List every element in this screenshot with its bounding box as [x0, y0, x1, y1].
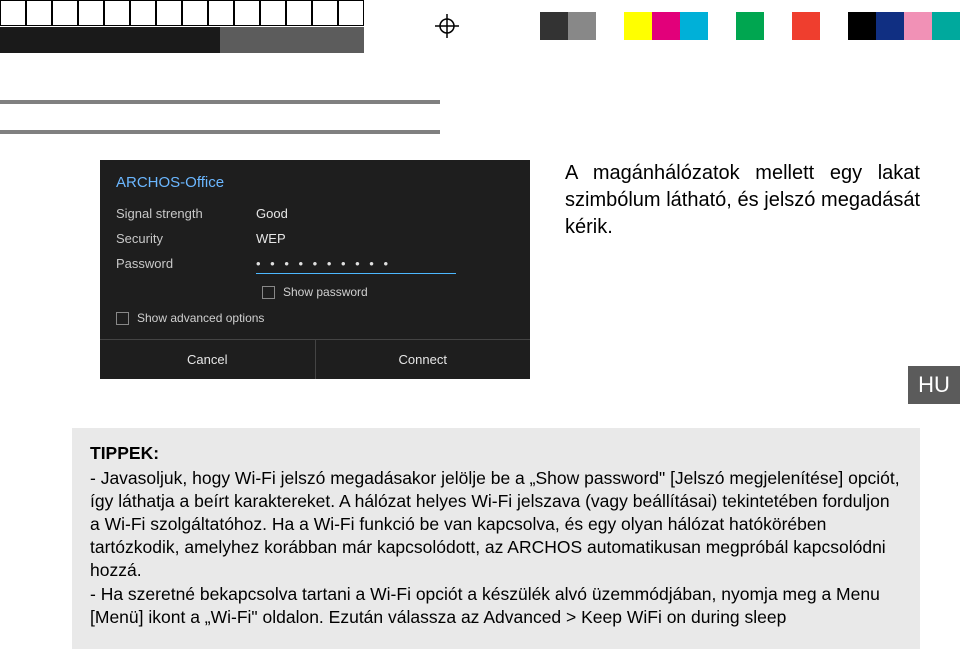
reg-box	[130, 0, 156, 26]
signal-label: Signal strength	[116, 206, 256, 221]
color-swatch	[736, 12, 764, 40]
registration-boxes	[0, 0, 364, 26]
color-swatch	[904, 12, 932, 40]
password-input[interactable]: • • • • • • • • • •	[256, 256, 456, 274]
reg-box	[78, 0, 104, 26]
color-swatch	[540, 12, 568, 40]
show-advanced-label: Show advanced options	[137, 311, 264, 325]
reg-box	[104, 0, 130, 26]
horizontal-rule	[0, 130, 440, 134]
password-label: Password	[116, 256, 256, 274]
tips-heading: TIPPEK:	[90, 442, 902, 465]
show-password-row[interactable]: Show password	[112, 279, 518, 305]
color-swatch	[792, 12, 820, 40]
color-swatch-bar	[540, 12, 960, 40]
color-swatch	[624, 12, 652, 40]
reg-box	[286, 0, 312, 26]
color-swatch	[680, 12, 708, 40]
color-swatch	[652, 12, 680, 40]
show-advanced-row[interactable]: Show advanced options	[112, 305, 518, 331]
reg-box	[156, 0, 182, 26]
checkbox-icon[interactable]	[262, 286, 275, 299]
reg-box	[52, 0, 78, 26]
reg-box	[234, 0, 260, 26]
color-swatch	[876, 12, 904, 40]
color-swatch	[932, 12, 960, 40]
color-swatch	[708, 12, 736, 40]
reg-solid-bar	[0, 27, 220, 53]
tips-box: TIPPEK: - Javasoljuk, hogy Wi-Fi jelszó …	[72, 428, 920, 649]
signal-value: Good	[256, 206, 288, 221]
wifi-network-name: ARCHOS-Office	[112, 170, 518, 201]
main-content: ARCHOS-Office Signal strength Good Secur…	[100, 160, 930, 379]
connect-button[interactable]: Connect	[316, 340, 531, 379]
color-swatch	[596, 12, 624, 40]
security-label: Security	[116, 231, 256, 246]
reg-box	[312, 0, 338, 26]
wifi-dialog: ARCHOS-Office Signal strength Good Secur…	[100, 160, 530, 379]
reg-solid-bar	[220, 27, 364, 53]
caption-text: A magánhálózatok mellett egy lakat szimb…	[565, 160, 920, 241]
tip-item: - Javasoljuk, hogy Wi-Fi jelszó megadása…	[90, 467, 902, 582]
reg-box	[182, 0, 208, 26]
crosshair-icon	[435, 14, 459, 38]
tip-item: - Ha szeretné bekapcsolva tartani a Wi-F…	[90, 583, 902, 629]
color-swatch	[820, 12, 848, 40]
reg-box	[260, 0, 286, 26]
password-row: Password • • • • • • • • • •	[112, 251, 518, 279]
reg-box	[26, 0, 52, 26]
color-swatch	[848, 12, 876, 40]
color-swatch	[764, 12, 792, 40]
print-registration-top	[0, 0, 960, 52]
reg-box	[0, 0, 26, 26]
horizontal-rule	[0, 100, 440, 104]
language-badge: HU	[908, 366, 960, 404]
reg-box	[208, 0, 234, 26]
show-password-label: Show password	[283, 285, 368, 299]
security-row: Security WEP	[112, 226, 518, 251]
checkbox-icon[interactable]	[116, 312, 129, 325]
color-swatch	[568, 12, 596, 40]
security-value: WEP	[256, 231, 286, 246]
reg-box	[338, 0, 364, 26]
cancel-button[interactable]: Cancel	[100, 340, 316, 379]
signal-row: Signal strength Good	[112, 201, 518, 226]
wifi-button-bar: Cancel Connect	[100, 339, 530, 379]
